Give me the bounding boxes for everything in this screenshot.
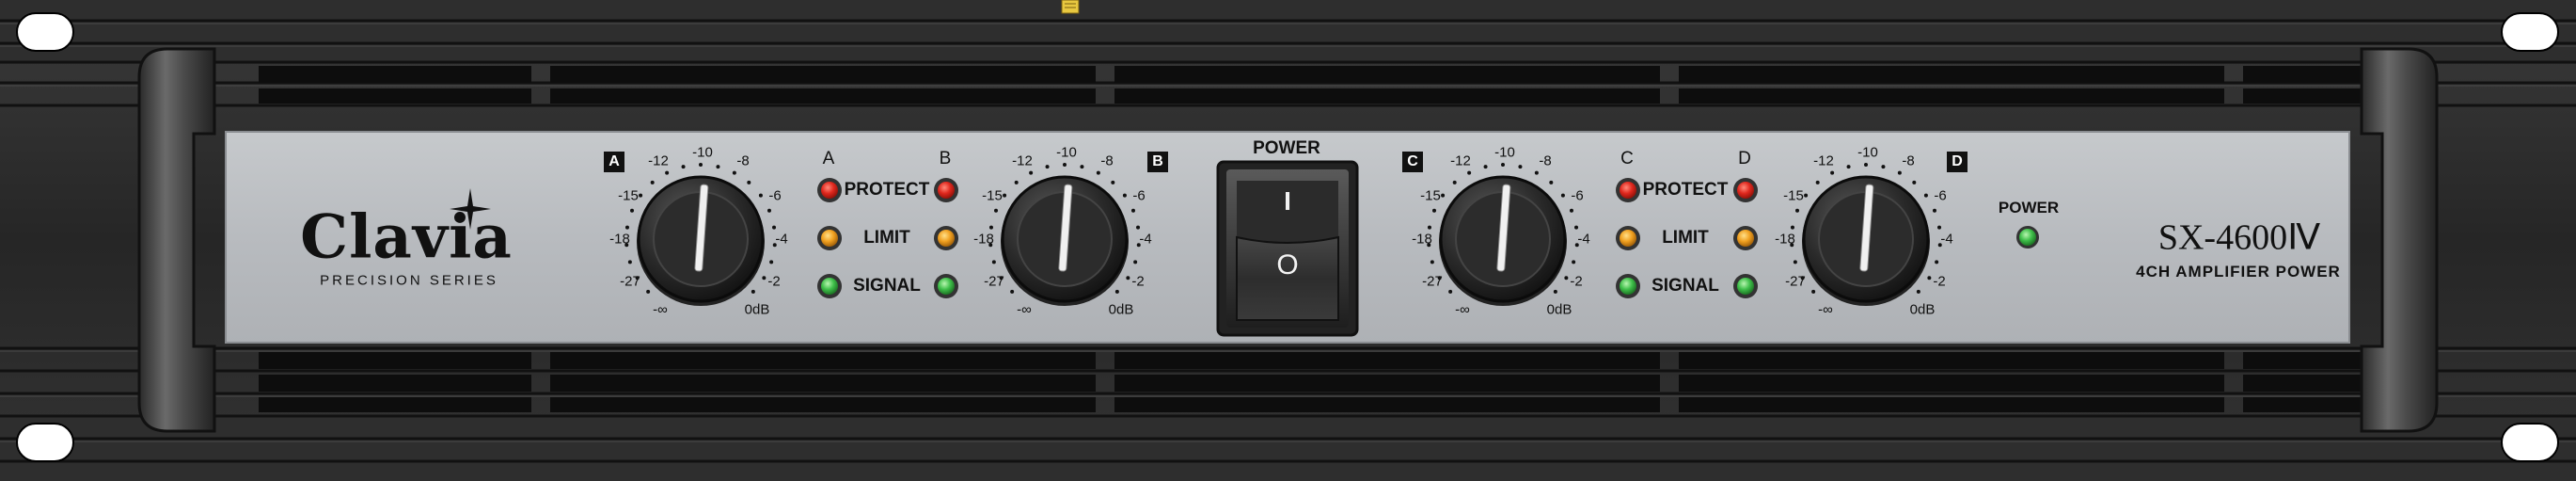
- knob-scale-label: -18: [1775, 231, 1795, 248]
- knob-scale-label: -27: [1422, 273, 1443, 290]
- power-led-indicator: [2016, 226, 2039, 249]
- knob-scale-label: -15: [1783, 187, 1804, 204]
- knob-scale-label: -8: [736, 152, 750, 169]
- knob-scale-label: -18: [609, 231, 630, 248]
- brand-series: PRECISION SERIES: [320, 272, 498, 289]
- knob-scale-label: -8: [1902, 152, 1915, 169]
- knob-scale-label: -18: [1412, 231, 1432, 248]
- knob-scale-label: -8: [1100, 152, 1114, 169]
- knob-scale-label: 0dB: [744, 301, 770, 318]
- power-switch-label: POWER: [1253, 138, 1320, 158]
- knob-scale-label: -4: [775, 231, 788, 248]
- knob-scale-label: -2: [1131, 273, 1145, 290]
- knob-scale-label: -27: [1785, 273, 1806, 290]
- knob-scale-label: -12: [1450, 152, 1471, 169]
- power-led-label: POWER: [1998, 199, 2060, 216]
- knob-scale-label: -2: [1570, 273, 1583, 290]
- knob-scale-label: -12: [1813, 152, 1834, 169]
- knob-scale-label: -8: [1539, 152, 1552, 169]
- knob-scale-label: -2: [1933, 273, 1946, 290]
- model-name: SX-4600Ⅳ: [2157, 217, 2321, 258]
- knob-scale-label: -15: [982, 187, 1003, 204]
- knob-scale-label: -12: [1012, 152, 1033, 169]
- knob-scale-label: 0dB: [1108, 301, 1134, 318]
- knob-scale-label: -2: [767, 273, 781, 290]
- indicator-channel-d: D: [1738, 149, 1751, 168]
- knob-scale-label: -∞: [653, 301, 668, 318]
- protect-label-ab: PROTECT: [844, 180, 930, 200]
- knob-scale-label: -15: [1420, 187, 1441, 204]
- knob-scale-label: -10: [1056, 144, 1077, 161]
- knob-scale-label: -10: [692, 144, 713, 161]
- knob-scale-label: -27: [620, 273, 640, 290]
- front-panel: Clavia PRECISION SERIES A B C D A B PROT…: [0, 0, 2576, 481]
- knob-scale-label: -10: [1494, 144, 1515, 161]
- knob-scale-label: -18: [973, 231, 994, 248]
- power-off-symbol: O: [1276, 249, 1299, 281]
- protect-label-cd: PROTECT: [1642, 180, 1729, 200]
- knob-scale-label: -6: [1132, 187, 1146, 204]
- knob-scale-label: -15: [618, 187, 639, 204]
- knob-scale-label: -∞: [1455, 301, 1470, 318]
- knob-scale-label: -∞: [1818, 301, 1833, 318]
- knob-scale-label: -27: [984, 273, 1004, 290]
- indicator-channel-a: A: [822, 149, 835, 168]
- knob-scale-label: 0dB: [1546, 301, 1572, 318]
- indicator-channel-c: C: [1620, 149, 1634, 168]
- channel-tag-c: C: [1402, 152, 1423, 172]
- knob-scale-label: -∞: [1017, 301, 1032, 318]
- signal-label-ab: SIGNAL: [853, 276, 921, 296]
- channel-tag-d: D: [1947, 152, 1968, 172]
- knob-scale-label: -4: [1139, 231, 1152, 248]
- knob-scale-label: -4: [1577, 231, 1590, 248]
- power-on-symbol: I: [1284, 186, 1291, 216]
- indicator-channel-b: B: [939, 149, 952, 168]
- knob-scale-label: -6: [1934, 187, 1947, 204]
- channel-tag-b: B: [1147, 152, 1168, 172]
- knob-scale-label: -10: [1857, 144, 1878, 161]
- model-tagline: 4CH AMPLIFIER POWER: [2136, 263, 2341, 281]
- knob-scale-label: -6: [1571, 187, 1584, 204]
- brand-logo: Clavia: [300, 201, 513, 273]
- knob-scale-label: 0dB: [1909, 301, 1936, 318]
- knob-scale-label: -12: [648, 152, 669, 169]
- power-rocker-switch[interactable]: I O: [1226, 169, 1349, 328]
- channel-tag-a: A: [604, 152, 624, 172]
- signal-label-cd: SIGNAL: [1651, 276, 1719, 296]
- knob-scale-label: -4: [1940, 231, 1953, 248]
- limit-label-ab: LIMIT: [863, 228, 910, 248]
- knob-scale-label: -6: [768, 187, 782, 204]
- limit-label-cd: LIMIT: [1662, 228, 1709, 248]
